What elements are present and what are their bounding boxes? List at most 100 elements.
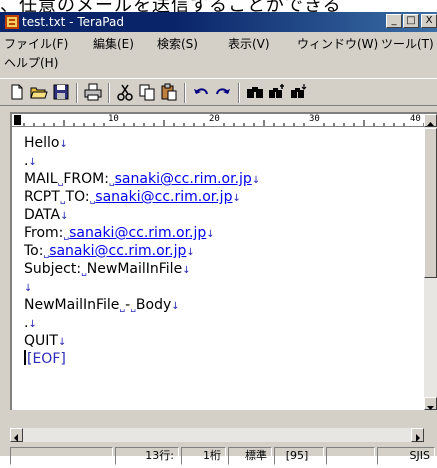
cut-icon[interactable] — [116, 83, 134, 101]
newline-marker: ↓ — [186, 247, 195, 258]
ruler-mark-10: 10 — [108, 114, 119, 124]
text-segment: FROM: — [63, 171, 109, 187]
newline-marker: ↓ — [28, 319, 37, 330]
ruler-mark-40: 40 — [410, 114, 421, 124]
vertical-scroll-thumb[interactable] — [424, 128, 437, 278]
newline-marker: ↓ — [182, 265, 191, 276]
terapad-window: test.txt - TeraPad _ □ X ファイル(F) 編集(E) 検… — [0, 12, 437, 465]
close-button[interactable]: X — [421, 14, 437, 28]
newline-marker: ↓ — [206, 229, 215, 240]
newline-marker: ↓ — [57, 337, 67, 348]
open-folder-icon[interactable] — [30, 83, 48, 101]
scroll-up-button[interactable] — [424, 114, 437, 127]
text-line[interactable]: DATA↓ — [24, 206, 260, 224]
text-caret — [24, 350, 26, 365]
eof-marker: [EOF] — [27, 351, 66, 367]
text-segment: Body — [135, 297, 172, 313]
scroll-down-button[interactable] — [424, 397, 437, 410]
text-line[interactable]: [EOF] — [24, 350, 260, 368]
text-line[interactable]: From:␣sanaki@cc.rim.or.jp↓ — [24, 224, 260, 242]
new-file-icon[interactable] — [8, 83, 26, 101]
text-line[interactable]: QUIT↓ — [24, 332, 260, 350]
email-link[interactable]: sanaki@cc.rim.or.jp — [69, 225, 206, 241]
arrow-right-icon — [416, 434, 420, 442]
menu-view[interactable]: 表示(V) — [228, 35, 270, 52]
newline-marker: ↓ — [59, 139, 68, 150]
arrow-left-icon — [14, 434, 18, 442]
redo-icon[interactable] — [214, 83, 232, 101]
paste-icon[interactable] — [160, 83, 178, 101]
toolbar-separator — [108, 83, 110, 103]
text-segment: Subject: — [24, 261, 82, 277]
arrow-down-icon — [427, 406, 434, 410]
status-char-code: [95] — [274, 447, 324, 465]
menu-help[interactable]: ヘルプ(H) — [4, 54, 58, 71]
status-line: 13行: — [115, 447, 179, 465]
text-line[interactable]: Hello↓ — [24, 134, 260, 152]
text-segment: RCPT — [24, 189, 60, 205]
menu-file[interactable]: ファイル(F) — [4, 35, 68, 52]
text-line[interactable]: RCPT␣TO:␣sanaki@cc.rim.or.jp↓ — [24, 188, 260, 206]
menu-window[interactable]: ウィンドウ(W) — [297, 35, 378, 52]
text-segment: From: — [24, 225, 64, 241]
text-segment: MAIL — [24, 171, 58, 187]
vertical-scrollbar[interactable] — [424, 114, 437, 410]
menu-search[interactable]: 検索(S) — [157, 35, 198, 52]
toolbar-separator — [184, 83, 186, 103]
text-line[interactable]: ↓ — [24, 278, 260, 296]
toolbar-separator — [76, 83, 78, 103]
document-text[interactable]: Hello↓ .↓ MAIL␣FROM:␣sanaki@cc.rim.or.jp↓ R… — [24, 134, 260, 368]
column-ruler: 10 20 30 40 — [12, 114, 427, 127]
editor-area[interactable]: 10 20 30 40 Hello↓ .↓ MAIL␣FROM:␣sanaki@cc… — [10, 112, 437, 410]
toolbar — [0, 78, 437, 106]
text-segment: QUIT — [24, 333, 58, 349]
find-next-icon[interactable] — [268, 83, 286, 101]
app-icon[interactable] — [5, 15, 19, 29]
status-empty-left — [10, 447, 113, 465]
text-line[interactable]: .↓ — [24, 152, 260, 170]
status-mode: 標準 — [228, 447, 272, 465]
toolbar-separator — [238, 83, 240, 103]
newline-marker: ↓ — [28, 157, 37, 168]
status-column: 1桁 — [181, 447, 226, 465]
menu-edit[interactable]: 編集(E) — [93, 35, 134, 52]
newline-marker: ↓ — [24, 283, 33, 294]
text-line[interactable]: MAIL␣FROM:␣sanaki@cc.rim.or.jp↓ — [24, 170, 260, 188]
text-segment: TO: — [65, 189, 90, 205]
text-segment: NewMailInFile — [86, 261, 183, 277]
maximize-button[interactable]: □ — [403, 14, 419, 28]
text-segment: To: — [24, 243, 44, 259]
scroll-right-button[interactable] — [411, 428, 424, 442]
scrollbar-corner — [424, 428, 437, 442]
background-page-text: 、任意のメールを送信することができる — [0, 0, 437, 12]
print-icon[interactable] — [84, 83, 102, 101]
status-blank — [326, 447, 375, 465]
text-segment: Hello — [24, 135, 60, 151]
horizontal-scrollbar[interactable] — [10, 428, 424, 442]
find-icon[interactable] — [246, 83, 264, 101]
email-link[interactable]: sanaki@cc.rim.or.jp — [95, 189, 232, 205]
menu-bar: ファイル(F) 編集(E) 検索(S) 表示(V) ウィンドウ(W) ツール(T… — [0, 33, 437, 73]
find-prev-icon[interactable] — [290, 83, 308, 101]
copy-icon[interactable] — [138, 83, 156, 101]
background-text: 、任意のメールを送信することができる — [0, 0, 342, 12]
undo-icon[interactable] — [192, 83, 210, 101]
text-line[interactable]: To:␣sanaki@cc.rim.or.jp↓ — [24, 242, 260, 260]
email-link[interactable]: sanaki@cc.rim.or.jp — [115, 171, 252, 187]
title-bar[interactable]: test.txt - TeraPad _ □ X — [0, 12, 437, 32]
menu-tools[interactable]: ツール(T) — [381, 35, 434, 52]
ruler-mark-30: 30 — [309, 114, 320, 124]
text-line[interactable]: NewMailInFile␣-␣Body↓ — [24, 296, 260, 314]
newline-marker: ↓ — [60, 211, 69, 222]
window-title: test.txt - TeraPad — [22, 15, 124, 29]
text-line[interactable]: .↓ — [24, 314, 260, 332]
text-line[interactable]: Subject:␣NewMailInFile↓ — [24, 260, 260, 278]
scroll-left-button[interactable] — [10, 428, 23, 442]
status-bar: 13行: 1桁 標準 [95] SJIS — [0, 444, 437, 468]
status-encoding: SJIS — [377, 447, 435, 465]
email-link[interactable]: sanaki@cc.rim.or.jp — [49, 243, 186, 259]
text-segment: DATA — [24, 207, 61, 223]
newline-marker: ↓ — [251, 175, 261, 186]
minimize-button[interactable]: _ — [386, 14, 402, 28]
save-icon[interactable] — [52, 83, 70, 101]
